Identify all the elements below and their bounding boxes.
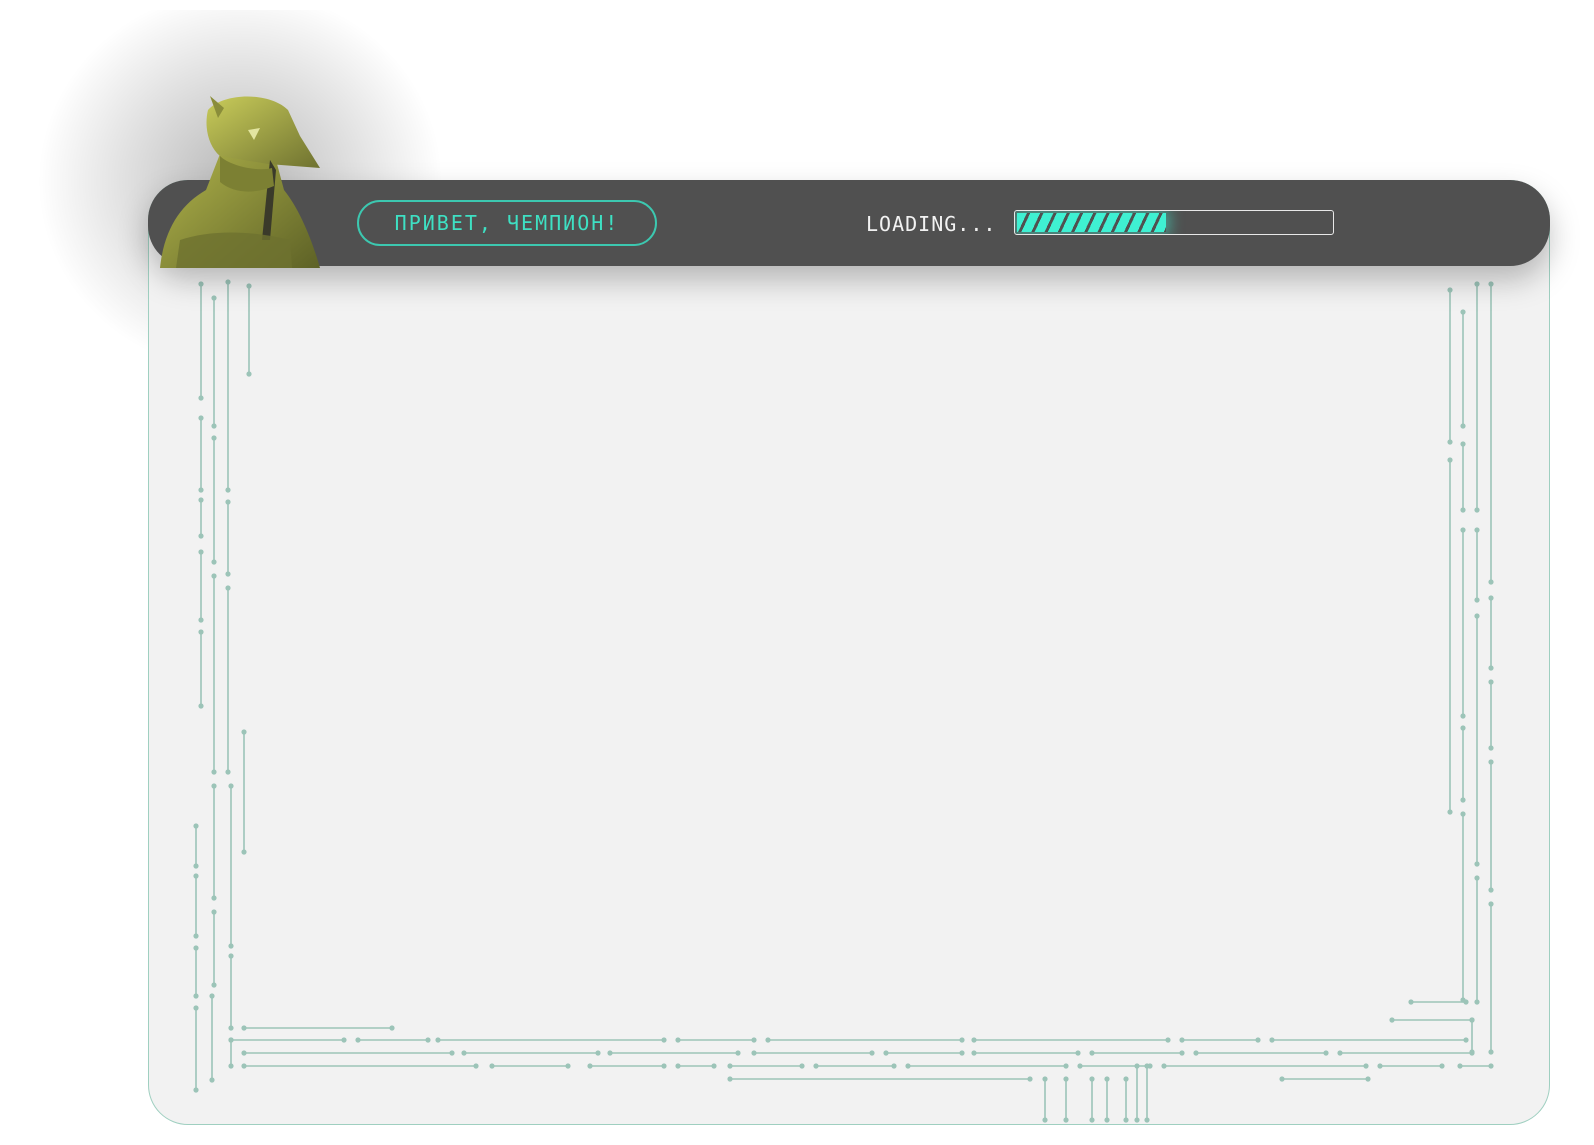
hooded-soldier-avatar-icon — [160, 96, 320, 268]
avatar — [150, 90, 330, 268]
loading-progress-bar — [1014, 210, 1334, 235]
loading-label: LOADING... — [866, 212, 997, 236]
main-panel — [148, 180, 1550, 1125]
progress-fill — [1017, 213, 1166, 232]
greeting-button[interactable]: ПРИВЕТ, ЧЕМПИОН! — [357, 200, 657, 246]
